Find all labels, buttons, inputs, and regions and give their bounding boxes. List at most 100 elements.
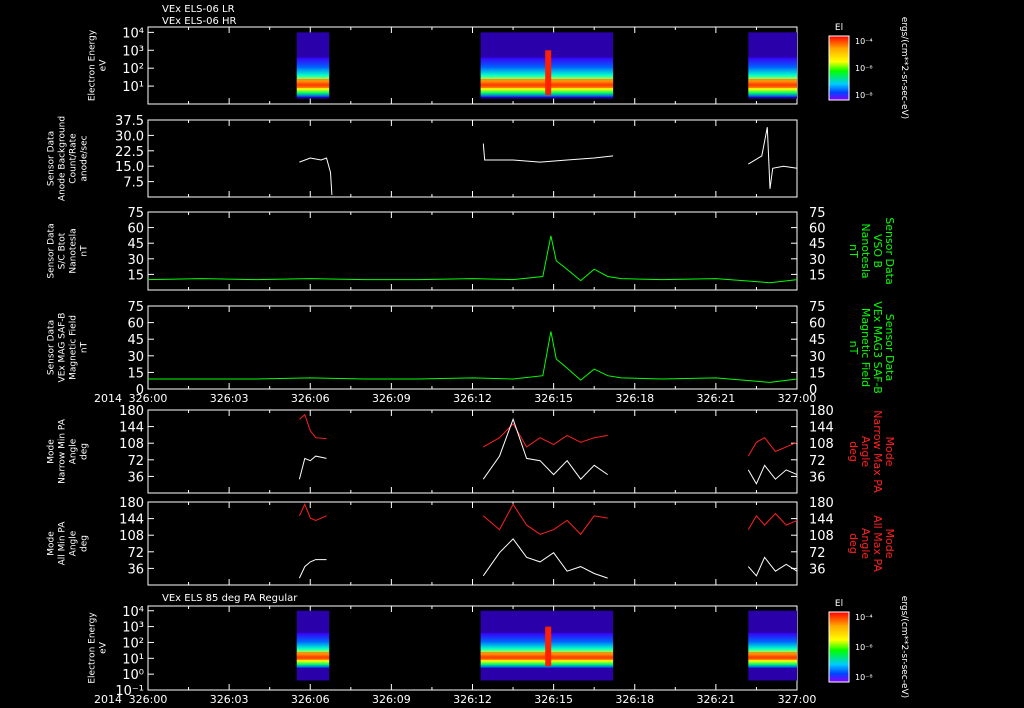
ytick-label: 10¹: [122, 652, 144, 667]
spectrogram-spike: [545, 626, 552, 667]
right-label-line: nT: [847, 244, 860, 258]
header-line-2: VEx ELS-06 HR: [162, 16, 237, 27]
right-label-line: deg: [847, 533, 860, 554]
ylabel: Sensor Data Anode Background Count/Rate ano…: [47, 116, 90, 201]
data-p5: [298, 413, 798, 485]
ylabel-line: All Min PA: [58, 521, 68, 566]
ytick-label-right: 108: [809, 529, 834, 544]
ylabel-line: eV: [99, 641, 109, 654]
series-line: [299, 157, 333, 195]
panel-p5: 180 180144 144108 10872 7236 36Mode Narrow Min…: [47, 404, 896, 494]
series-line: [482, 417, 608, 480]
ytick-label: 108: [119, 437, 144, 452]
xtick-label: 326:06: [291, 392, 330, 405]
ylabel-line: anode/sec: [80, 135, 90, 181]
plot-panels: 10⁴10³10²10¹Electron Energy eV37.530.022.…: [47, 26, 897, 706]
time-axis: 326:00 326:03 326:06 326:09 326:12 326:15 326:…: [94, 693, 816, 706]
right-label: ModeAll Max PAAngledeg: [847, 515, 896, 572]
spectrogram-peak: [296, 78, 330, 88]
xtick-label: 326:03: [210, 392, 249, 405]
ytick-label: 45: [127, 333, 144, 348]
colorbar-title: El: [835, 23, 843, 33]
panel-frame: [147, 305, 798, 390]
xtick-label: 326:06: [291, 693, 330, 706]
colorbar-tick: 10⁻⁸: [855, 91, 873, 100]
ytick-label: 36: [127, 470, 144, 485]
panel-frame: [147, 605, 798, 691]
spectrogram-peak: [748, 78, 797, 88]
ylabel-line: nT: [80, 245, 90, 257]
time-axis: 326:00 326:03 326:06 326:09 326:12 326:15 326:…: [94, 392, 816, 405]
panel-frame: [147, 26, 798, 105]
series-line: [748, 127, 798, 189]
ylabel-line: Sensor Data: [47, 223, 57, 278]
series-line: [482, 143, 614, 163]
ylabel-line: Nanotesla: [69, 228, 79, 273]
series-line: [747, 556, 798, 577]
spectrogram-spike: [545, 50, 552, 96]
data-p4: [148, 331, 798, 383]
series-line: [483, 422, 608, 448]
colorbar-1: El 10⁻⁴ 10⁻⁶ 10⁻⁸ ergs/(cm**2-sr-sec-eV): [828, 17, 909, 119]
ytick-label: 144: [119, 421, 144, 436]
panel-p6: 180 180144 144108 10872 7236 36Mode All Min PA…: [47, 496, 896, 586]
ylabel-line: Magnetic Field: [69, 315, 79, 380]
colorbar-unit-text: ergs/(cm**2-sr-sec-eV): [899, 17, 909, 119]
ylabel-line: Electron Energy: [88, 29, 98, 101]
right-label-line: nT: [847, 341, 860, 355]
ylabel-line: Mode: [47, 531, 57, 556]
ytick-label-right: 60: [809, 222, 826, 237]
xtick-label: 326:15: [534, 392, 573, 405]
colorbar-tick: 10⁻⁴: [855, 37, 873, 46]
data-p3: [147, 235, 798, 284]
header-line-1: VEx ELS-06 LR: [162, 4, 235, 15]
ytick-label-right: 72: [809, 454, 826, 469]
ylabel-line: VEx MAG SAF-B: [58, 313, 68, 383]
colorbar-unit-text: ergs/(cm**2-sr-sec-eV): [899, 596, 909, 698]
ytick-label-right: 144: [809, 421, 834, 436]
colorbar-tick: 10⁻⁸: [855, 673, 873, 682]
ytick-label-right: 45: [809, 333, 826, 348]
xtick-label: 326:00: [129, 392, 168, 405]
xtick-label: 326:18: [615, 693, 654, 706]
panel-frame: [147, 119, 798, 198]
series-line: [147, 235, 798, 284]
series-line: [298, 455, 327, 480]
ytick-label: 10²: [122, 62, 144, 77]
right-label: ModeNarrow Max PAAngledeg: [847, 410, 896, 493]
ylabel-line: deg: [80, 535, 90, 552]
spectrogram-peak: [296, 651, 330, 660]
ytick-label-right: 75: [809, 206, 826, 221]
spectrogram-peak: [748, 651, 797, 660]
ytick-label: 75: [127, 206, 144, 221]
xtick-label: 326:00: [129, 693, 168, 706]
ylabel-line: Sensor Data: [47, 131, 57, 186]
series-line: [298, 559, 327, 579]
ytick-label-right: 36: [809, 470, 826, 485]
ytick-label-right: 180: [809, 496, 834, 511]
right-label: Sensor DataVSO BNanoteslanT: [847, 217, 896, 284]
ylabel-line: Angle: [69, 438, 79, 464]
ytick-label-right: 60: [809, 317, 826, 332]
ylabel-line: Anode Background: [58, 116, 68, 201]
ytick-label: 22.5: [115, 145, 144, 160]
colorbar-tick: 10⁻⁶: [855, 643, 873, 652]
xtick-label: 326:09: [372, 392, 411, 405]
ylabel-line: Mode: [47, 439, 57, 464]
colorbar-unit: ergs/(cm**2-sr-sec-eV): [899, 596, 909, 698]
ylabel-line: eV: [99, 59, 109, 72]
ytick-label-right: 15: [809, 268, 826, 283]
ytick-label: 36: [127, 562, 144, 577]
ytick-label-right: 30: [809, 350, 826, 365]
ytick-label: 72: [127, 546, 144, 561]
colorbar-title: El: [835, 599, 843, 609]
series-line: [747, 464, 798, 485]
data-p2: [299, 127, 798, 195]
panel-frame: [147, 501, 798, 586]
ytick-label: 180: [119, 404, 144, 419]
xtick-label: 327:00: [778, 392, 817, 405]
chart-figure: VEx ELS-06 LR VEx ELS-06 HR 10⁴10³10²10¹…: [47, 4, 910, 706]
ytick-label: 30: [127, 350, 144, 365]
ytick-label-right: 15: [809, 366, 826, 381]
ylabel-line: Sensor Data: [47, 320, 57, 375]
